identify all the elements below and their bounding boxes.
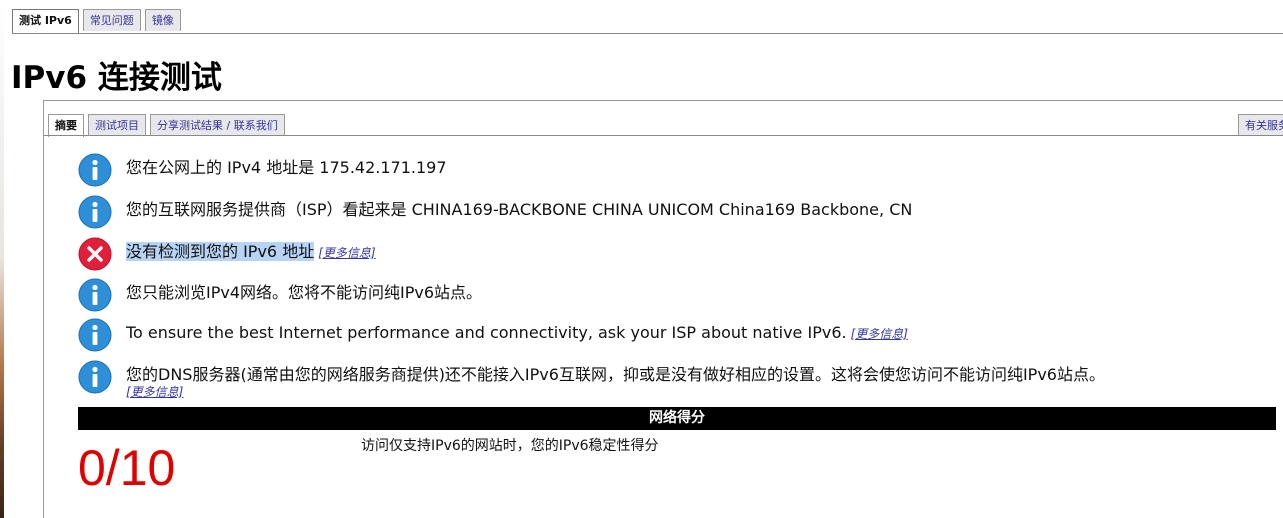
message-row: To ensure the best Internet performance … [78, 318, 908, 352]
message-row: 您只能浏览IPv4网络。您将不能访问纯IPv6站点。 [78, 278, 482, 312]
message-text: 您的DNS服务器(通常由您的网络服务商提供)还不能接入IPv6互联网，抑或是没有… [126, 360, 1105, 399]
page: 测试 IPv6 常见问题 镜像 IPv6 连接测试 摘要 测试项目 分享测试结果… [0, 0, 1283, 518]
error-icon [78, 237, 112, 271]
tab-about[interactable]: 有关服务 [1238, 114, 1283, 135]
tab-test-ipv6[interactable]: 测试 IPv6 [12, 9, 79, 34]
selected-text: 没有检测到您的 IPv6 地址 [126, 242, 315, 261]
desktop-edge [0, 0, 4, 518]
info-icon [78, 278, 112, 312]
tab-faq[interactable]: 常见问题 [82, 9, 141, 31]
info-icon [78, 195, 112, 229]
message-row: 您的DNS服务器(通常由您的网络服务商提供)还不能接入IPv6互联网，抑或是没有… [78, 360, 1105, 399]
tab-summary[interactable]: 摘要 [48, 114, 84, 137]
score-description: 访问仅支持IPv6的网站时，您的IPv6稳定性得分 [361, 438, 659, 454]
message-row: 您的互联网服务提供商（ISP）看起来是 CHINA169-BACKBONE CH… [78, 195, 912, 229]
score-value: 0/10 [78, 440, 176, 496]
tab-divider [12, 33, 1283, 34]
message-text: 您的互联网服务提供商（ISP）看起来是 CHINA169-BACKBONE CH… [126, 200, 913, 219]
more-info-link[interactable]: [更多信息] [851, 327, 908, 341]
info-icon [78, 318, 112, 352]
tab-tests[interactable]: 测试项目 [88, 114, 146, 135]
tab-mirrors[interactable]: 镜像 [144, 9, 181, 31]
message-row: 没有检测到您的 IPv6 地址 [更多信息] [78, 237, 376, 271]
message-text: 没有检测到您的 IPv6 地址 [更多信息] [126, 237, 376, 263]
score-header: 网络得分 [78, 407, 1276, 430]
message-text: To ensure the best Internet performance … [126, 318, 908, 344]
info-icon [78, 360, 112, 394]
more-info-link[interactable]: [更多信息] [126, 385, 1105, 399]
sub-tab-bar: 摘要 测试项目 分享测试结果 / 联系我们 [48, 114, 285, 137]
top-tab-bar: 测试 IPv6 常见问题 镜像 [12, 9, 181, 34]
page-title: IPv6 连接测试 [11, 60, 222, 96]
message-text: 您在公网上的 IPv4 地址是 175.42.171.197 [126, 158, 447, 177]
tab-share-contact[interactable]: 分享测试结果 / 联系我们 [150, 114, 285, 135]
message-text: 您只能浏览IPv4网络。您将不能访问纯IPv6站点。 [126, 283, 483, 302]
message-body: To ensure the best Internet performance … [126, 323, 847, 342]
info-icon [78, 153, 112, 187]
sub-tab-divider [44, 135, 1283, 136]
message-body: 您的DNS服务器(通常由您的网络服务商提供)还不能接入IPv6互联网，抑或是没有… [126, 365, 1105, 384]
message-row: 您在公网上的 IPv4 地址是 175.42.171.197 [78, 153, 447, 187]
more-info-link[interactable]: [更多信息] [318, 246, 375, 260]
